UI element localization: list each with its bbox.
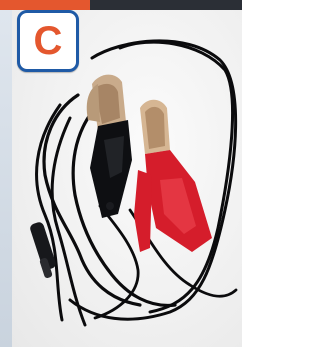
power-cable [35,39,238,327]
barrel-connector [30,222,56,278]
category-badge: C [17,10,79,72]
badge-letter: C [33,19,63,63]
red-clip [134,99,212,252]
photo-frame: C [0,0,242,347]
black-clip [86,74,132,218]
